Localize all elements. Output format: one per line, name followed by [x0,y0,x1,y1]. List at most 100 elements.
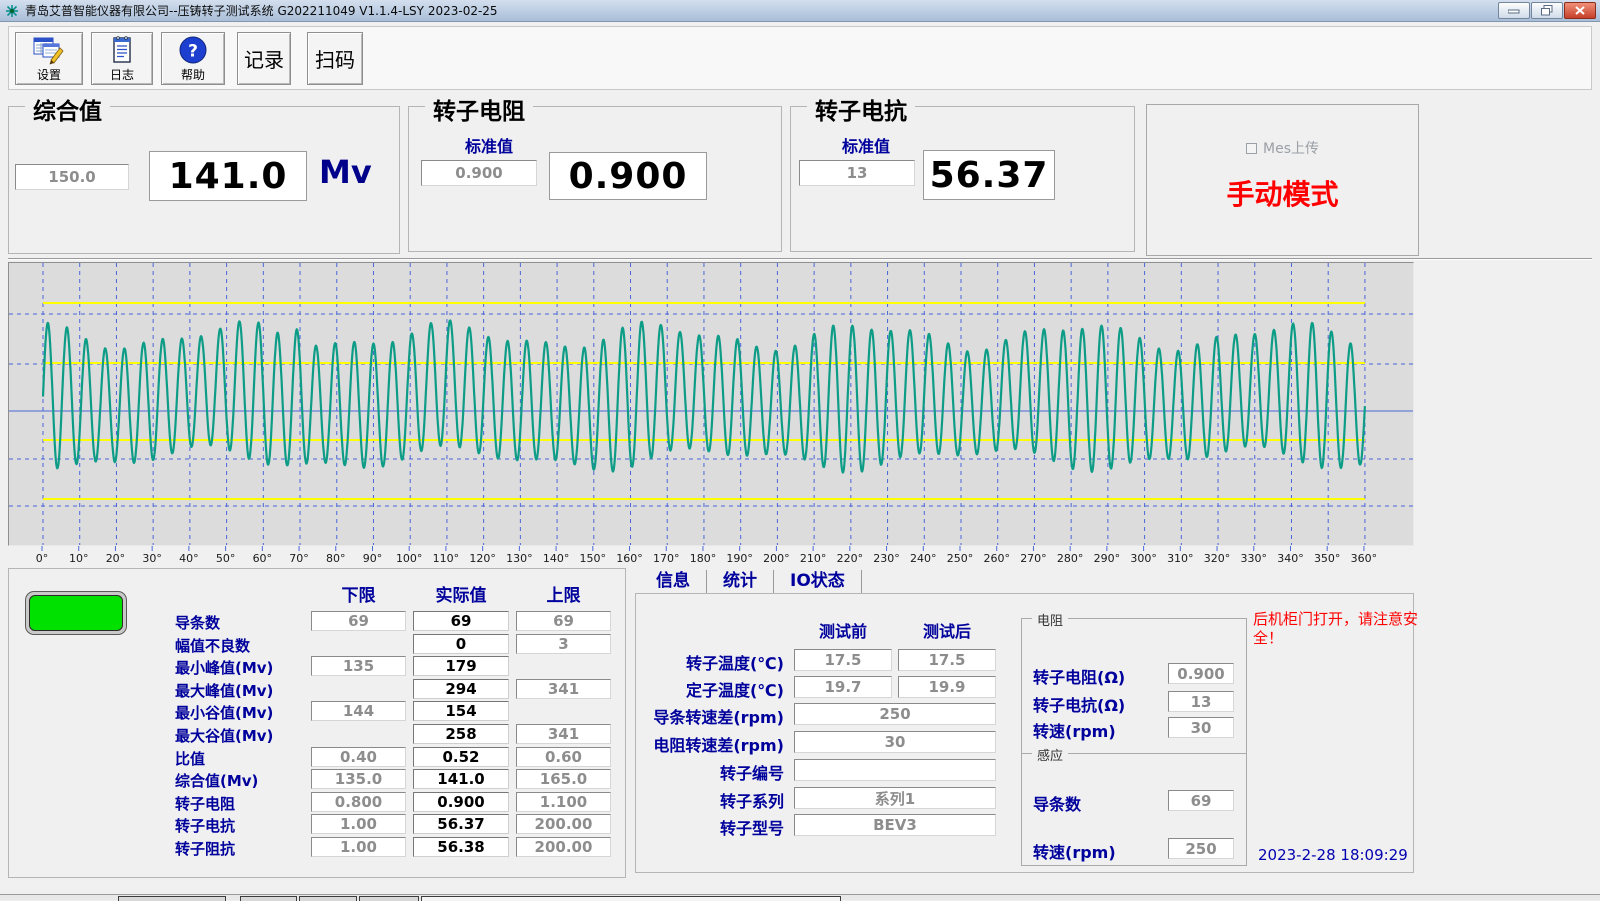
x-tick-label: 200° [763,552,790,565]
checkbox-icon [1246,143,1257,154]
taskbar-button[interactable] [240,896,297,901]
x-tick-label: 360° [1351,552,1378,565]
tab-statistics[interactable]: 统计 [707,570,774,593]
log-button[interactable]: 日志 [91,32,153,85]
induction-settings-group: 感应 导条数 69 转速(rpm) 250 [1021,753,1247,866]
high-value-field: 341 [516,679,611,699]
x-tick-label: 270° [1020,552,1047,565]
rg-rotor-resistance-field: 0.900 [1168,663,1234,684]
rotor-series-row: 转子系列 系列1 [636,787,1056,809]
induction-group-title: 感应 [1032,745,1068,764]
rotor-series-field[interactable]: 系列1 [794,787,996,809]
x-tick-label: 160° [616,552,643,565]
column-header-actual: 实际值 [413,581,509,606]
toolbar: 设置 日志 ? 帮助 记录 扫码 [8,26,1592,90]
high-value-field: 69 [516,611,611,631]
row-label: 最大谷值(Mv) [175,725,273,746]
row-label: 最小谷值(Mv) [175,702,273,723]
help-button[interactable]: ? 帮助 [161,32,225,85]
actual-value-field: 258 [413,724,509,744]
reactance-value-field: 56.37 [923,150,1055,200]
taskbar-button[interactable] [421,896,841,901]
actual-value-field: 294 [413,679,509,699]
x-tick-label: 250° [947,552,974,565]
minimize-button[interactable] [1498,2,1530,19]
high-value-field: 3 [516,634,611,654]
chart-separator [8,258,1592,260]
rg-rotor-resistance-label: 转子电阻(Ω) [1033,664,1125,688]
rg-rotor-resistance-row: 转子电阻(Ω) 0.900 [1022,663,1248,685]
settings-form-pencil-icon [33,35,65,65]
rotor-temp-post-field: 17.5 [898,649,996,671]
x-tick-label: 140° [543,552,570,565]
stator-temp-row: 定子温度(℃) 19.7 19.9 [636,676,1056,698]
x-tick-label: 120° [469,552,496,565]
x-tick-label: 20° [106,552,126,565]
row-label: 最小峰值(Mv) [175,657,273,678]
record-button[interactable]: 记录 [237,32,291,85]
mes-upload-checkbox[interactable]: Mes上传 [1147,138,1418,158]
x-tick-label: 260° [983,552,1010,565]
rg-speed-field: 30 [1168,717,1234,738]
actual-value-field: 179 [413,656,509,676]
x-tick-label: 340° [1277,552,1304,565]
high-value-field: 1.100 [516,792,611,812]
scan-button-label: 扫码 [315,44,355,73]
taskbar-button[interactable] [359,896,419,901]
composite-value-field: 141.0 [149,151,307,201]
row-label: 最大峰值(Mv) [175,680,273,701]
scan-button[interactable]: 扫码 [307,32,363,85]
ig-bar-count-row: 导条数 69 [1022,790,1248,812]
high-value-field: 341 [516,724,611,744]
rotor-reactance-group-title: 转子电抗 [807,92,915,126]
table-row: 最大谷值(Mv) 258 341 [9,724,627,746]
taskbar-button[interactable] [299,896,357,901]
low-value-field: 1.00 [311,837,406,857]
rg-rotor-reactance-label: 转子电抗(Ω) [1033,692,1125,716]
table-row: 综合值(Mv)135.0141.0165.0 [9,769,627,791]
rotor-model-row: 转子型号 BEV3 [636,814,1056,836]
resistance-group-title: 电阻 [1032,610,1068,629]
x-tick-label: 80° [326,552,346,565]
tab-io-status[interactable]: IO状态 [774,570,862,593]
app-icon [5,4,19,18]
bar-speed-diff-label: 导条转速差(rpm) [636,704,784,728]
table-row: 最小谷值(Mv)144154 [9,701,627,723]
x-tick-label: 290° [1094,552,1121,565]
tab-info[interactable]: 信息 [640,570,707,593]
x-tick-label: 240° [910,552,937,565]
rg-speed-label: 转速(rpm) [1033,718,1116,742]
x-tick-label: 10° [69,552,89,565]
waveform-chart [8,262,1414,546]
actual-value-field: 0 [413,634,509,654]
x-tick-label: 30° [142,552,162,565]
pre-test-header: 测试前 [794,618,892,642]
x-tick-label: 350° [1314,552,1341,565]
settings-button-label: 设置 [37,66,61,83]
x-tick-label: 330° [1241,552,1268,565]
table-row: 转子阻抗1.0056.38200.00 [9,837,627,859]
x-tick-label: 40° [179,552,199,565]
x-tick-label: 170° [653,552,680,565]
row-label: 幅值不良数 [175,635,250,656]
rotor-no-label: 转子编号 [636,760,784,784]
settings-button[interactable]: 设置 [15,32,83,85]
taskbar-button[interactable] [118,896,226,901]
close-button[interactable] [1564,2,1596,19]
rotor-model-field[interactable]: BEV3 [794,814,996,836]
res-speed-diff-label: 电阻转速差(rpm) [636,732,784,756]
actual-value-field: 56.38 [413,837,509,857]
log-notepad-icon [110,35,134,65]
ig-speed-row: 转速(rpm) 250 [1022,838,1248,860]
rotor-no-input[interactable] [794,759,996,781]
restore-button[interactable] [1531,2,1563,19]
low-value-field: 144 [311,701,406,721]
actual-value-field: 69 [413,611,509,631]
composite-limit-field: 150.0 [15,164,129,190]
waveform-svg [9,263,1413,545]
high-value-field: 200.00 [516,814,611,834]
table-row: 最小峰值(Mv)135179 [9,656,627,678]
safety-warning-text: 后机柜门打开，请注意安全！ [1253,610,1423,648]
chart-x-axis: 0°10°20°30°40°50°60°70°80°90°100°110°120… [8,546,1414,564]
x-tick-label: 220° [837,552,864,565]
